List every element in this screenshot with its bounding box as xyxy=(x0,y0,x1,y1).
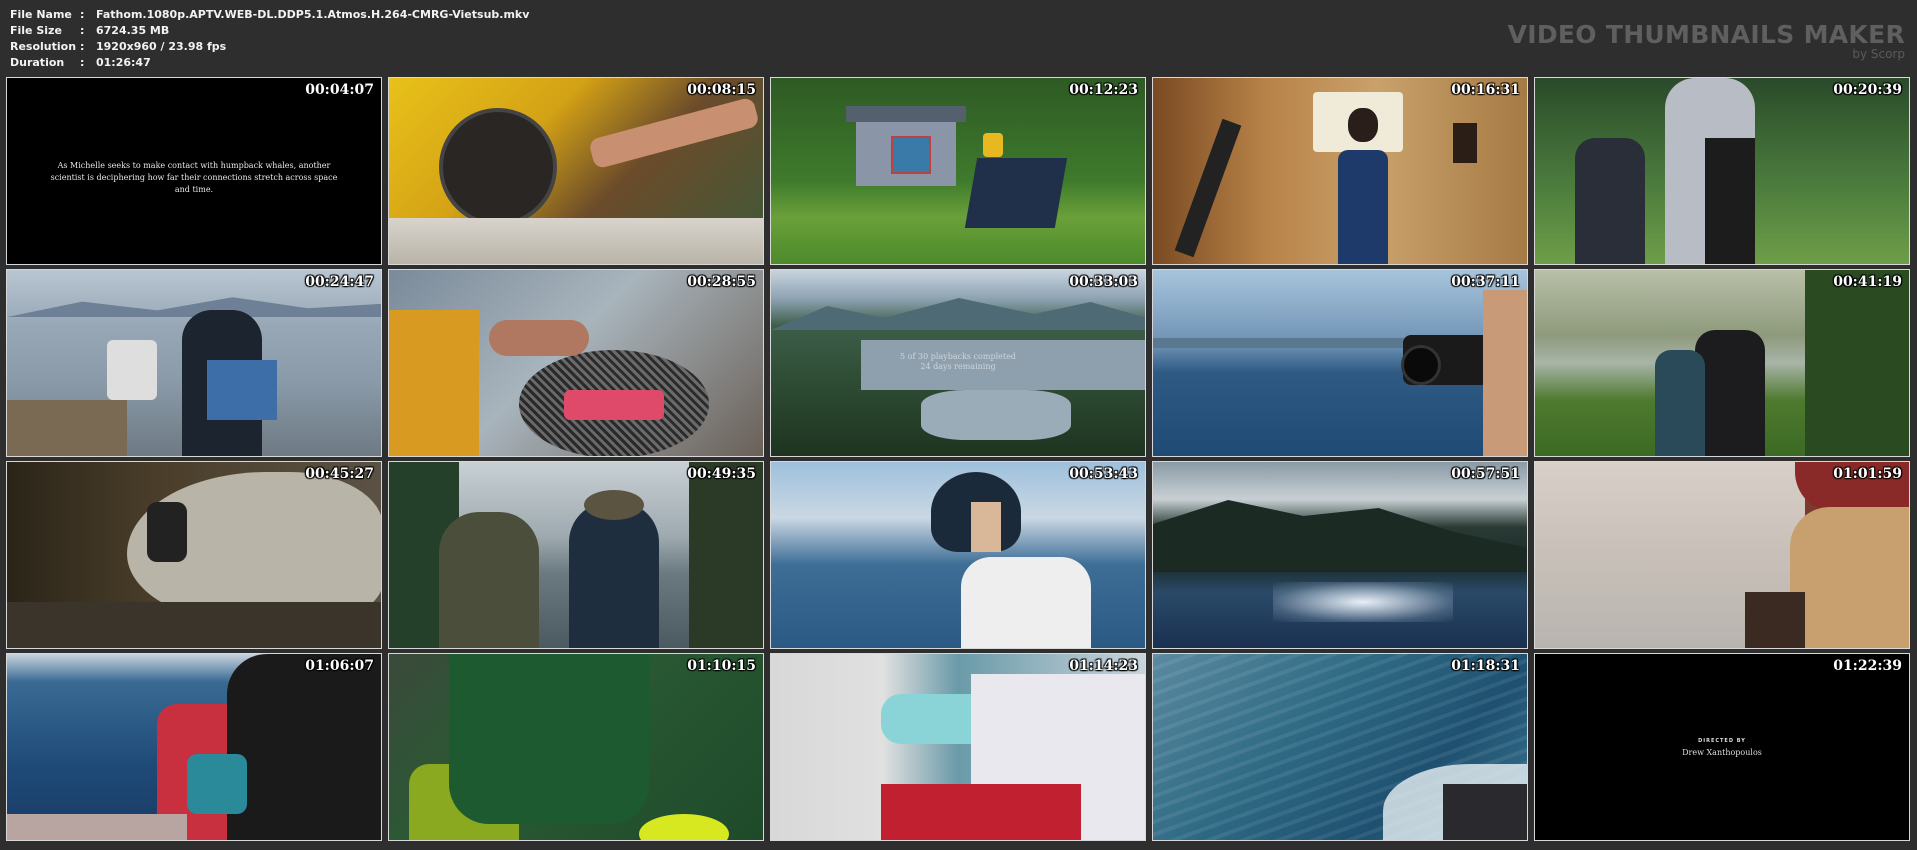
credit-name: Drew Xanthopoulos xyxy=(1682,748,1762,757)
thumbnail-16[interactable]: 01:06:07 xyxy=(6,653,382,841)
timestamp: 00:24:47 xyxy=(305,274,374,290)
thumbnail-13[interactable]: 00:53:43 xyxy=(770,461,1146,649)
separator: : xyxy=(80,40,85,53)
timestamp: 01:14:23 xyxy=(1069,658,1138,674)
timestamp: 00:45:27 xyxy=(305,466,374,482)
thumbnail-9[interactable]: 00:37:11 xyxy=(1152,269,1528,457)
duration-row: Duration : 01:26:47 xyxy=(10,55,529,71)
timestamp: 01:06:07 xyxy=(305,658,374,674)
thumbnail-17[interactable]: 01:10:15 xyxy=(388,653,764,841)
duration-value: 01:26:47 xyxy=(96,56,151,69)
separator: : xyxy=(80,56,85,69)
timestamp: 00:04:07 xyxy=(305,82,374,98)
subtitle-caption: As Michelle seeks to make contact with h… xyxy=(7,160,381,196)
thumbnail-8[interactable]: 5 of 30 playbacks completed 24 days rema… xyxy=(770,269,1146,457)
thumbnail-20[interactable]: DIRECTED BY Drew Xanthopoulos 01:22:39 xyxy=(1534,653,1910,841)
overlay-line-1: 5 of 30 playbacks completed xyxy=(900,352,1016,361)
timestamp: 01:01:59 xyxy=(1833,466,1902,482)
resolution-label: Resolution xyxy=(10,40,77,53)
timestamp: 00:28:55 xyxy=(687,274,756,290)
thumbnail-15[interactable]: 01:01:59 xyxy=(1534,461,1910,649)
timestamp: 00:57:51 xyxy=(1451,466,1520,482)
thumbnail-19[interactable]: 01:18:31 xyxy=(1152,653,1528,841)
file-name-row: File Name : Fathom.1080p.APTV.WEB-DL.DDP… xyxy=(10,7,529,23)
brand-title: VIDEO THUMBNAILS MAKER xyxy=(1507,20,1905,49)
timestamp: 01:10:15 xyxy=(687,658,756,674)
thumbnail-18[interactable]: 01:14:23 xyxy=(770,653,1146,841)
separator: : xyxy=(80,8,85,21)
timestamp: 00:37:11 xyxy=(1451,274,1520,290)
thumbnail-2[interactable]: 00:08:15 xyxy=(388,77,764,265)
timestamp: 01:22:39 xyxy=(1833,658,1902,674)
timestamp: 00:49:35 xyxy=(687,466,756,482)
thumbnail-grid: As Michelle seeks to make contact with h… xyxy=(6,77,1910,841)
timestamp: 00:53:43 xyxy=(1069,466,1138,482)
overlay-line-2: 24 days remaining xyxy=(920,362,996,371)
resolution-value: 1920x960 / 23.98 fps xyxy=(96,40,227,53)
thumbnail-3[interactable]: 00:12:23 xyxy=(770,77,1146,265)
file-name-value: Fathom.1080p.APTV.WEB-DL.DDP5.1.Atmos.H.… xyxy=(96,8,530,21)
thumbnail-1[interactable]: As Michelle seeks to make contact with h… xyxy=(6,77,382,265)
timestamp: 01:18:31 xyxy=(1451,658,1520,674)
duration-label: Duration xyxy=(10,56,65,69)
timestamp: 00:20:39 xyxy=(1833,82,1902,98)
timestamp: 00:16:31 xyxy=(1451,82,1520,98)
thumbnail-10[interactable]: 00:41:19 xyxy=(1534,269,1910,457)
thumbnail-6[interactable]: 00:24:47 xyxy=(6,269,382,457)
file-name-label: File Name xyxy=(10,8,72,21)
thumbnail-4[interactable]: 00:16:31 xyxy=(1152,77,1528,265)
file-size-label: File Size xyxy=(10,24,62,37)
timestamp: 00:41:19 xyxy=(1833,274,1902,290)
credit-label: DIRECTED BY xyxy=(1698,738,1746,744)
file-size-row: File Size : 6724.35 MB xyxy=(10,23,529,39)
timestamp: 00:08:15 xyxy=(687,82,756,98)
brand-watermark: VIDEO THUMBNAILS MAKER by Scorp xyxy=(1508,21,1905,61)
timestamp: 00:12:23 xyxy=(1069,82,1138,98)
timestamp: 00:33:03 xyxy=(1069,274,1138,290)
thumbnail-12[interactable]: 00:49:35 xyxy=(388,461,764,649)
file-info-panel: File Name : Fathom.1080p.APTV.WEB-DL.DDP… xyxy=(10,7,529,71)
resolution-row: Resolution : 1920x960 / 23.98 fps xyxy=(10,39,529,55)
separator: : xyxy=(80,24,85,37)
thumbnail-14[interactable]: 00:57:51 xyxy=(1152,461,1528,649)
file-size-value: 6724.35 MB xyxy=(96,24,170,37)
caption-text: As Michelle seeks to make contact with h… xyxy=(50,161,338,194)
thumbnail-11[interactable]: 00:45:27 xyxy=(6,461,382,649)
thumbnail-5[interactable]: 00:20:39 xyxy=(1534,77,1910,265)
brand-subtitle: by Scorp xyxy=(1852,47,1905,61)
thumbnail-7[interactable]: 00:28:55 xyxy=(388,269,764,457)
progress-overlay: 5 of 30 playbacks completed 24 days rema… xyxy=(771,352,1145,372)
